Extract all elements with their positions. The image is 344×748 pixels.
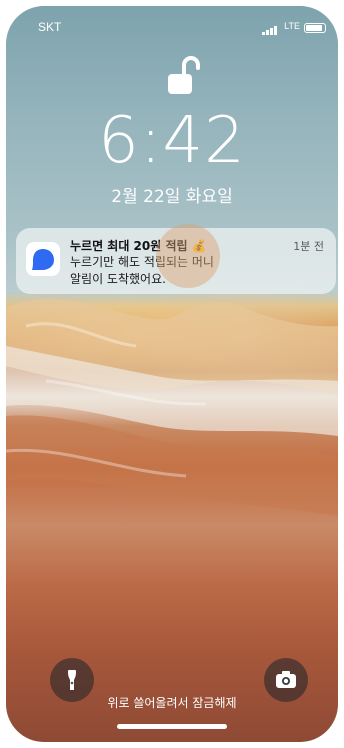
money-bag-icon: 💰 xyxy=(191,239,207,253)
notification-body-line: 누르기만 해도 적립되는 머니 xyxy=(70,255,214,269)
unlocked-padlock-icon xyxy=(168,56,200,94)
notification-title-text: 누르면 최대 20원 적립 xyxy=(70,239,188,253)
network-label: LTE xyxy=(284,21,300,31)
status-bar: SKT LTE xyxy=(6,6,338,46)
wallpaper-rock-formation xyxy=(6,298,338,516)
home-indicator[interactable] xyxy=(117,724,227,729)
notification-card[interactable]: 누르면 최대 20원 적립 💰 1분 전 누르기만 해도 적립되는 머니 알림이… xyxy=(16,228,336,294)
notification-body-line: 알림이 도착했어요. xyxy=(70,272,166,286)
notification-app-icon xyxy=(26,242,60,276)
notification-time: 1분 전 xyxy=(293,240,324,253)
clock-time: 6:42 xyxy=(98,104,246,178)
notification-title: 누르면 최대 20원 적립 💰 xyxy=(70,237,207,254)
carrier-label: SKT xyxy=(38,20,62,34)
signal-bars-icon xyxy=(262,21,278,35)
unlock-hint: 위로 쓸어올려서 잠금해제 xyxy=(107,696,237,710)
lock-screen: SKT LTE 6:42 2월 22일 화요일 누르면 최대 20원 적립 💰 … xyxy=(6,6,338,742)
chat-bubble-icon xyxy=(32,249,54,270)
battery-icon xyxy=(304,23,326,33)
notification-body: 누르기만 해도 적립되는 머니 알림이 도착했어요. xyxy=(70,254,300,288)
clock-date: 2월 22일 화요일 xyxy=(111,187,233,207)
